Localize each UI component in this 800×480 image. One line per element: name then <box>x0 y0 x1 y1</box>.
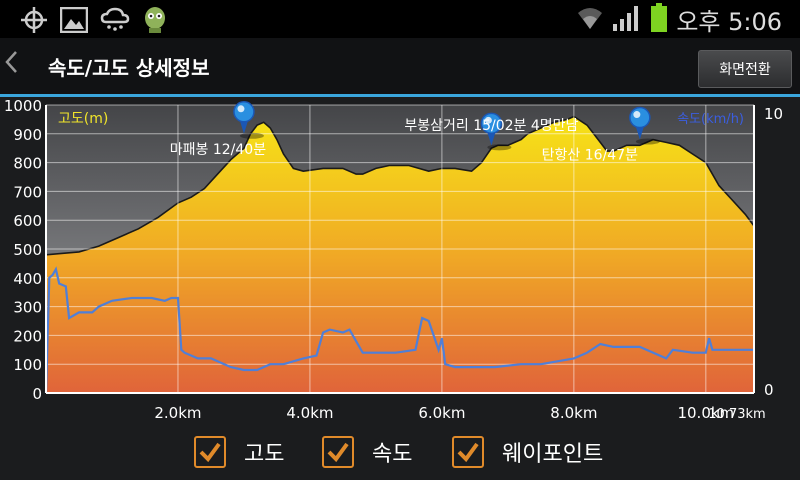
checkbox-speed[interactable] <box>322 436 354 468</box>
y-tick-label: 1000 <box>4 97 42 115</box>
x-tick-label: 4.0km <box>286 404 333 422</box>
y-tick-label: 300 <box>13 299 42 317</box>
right-axis-label: 속도(km/h) <box>677 112 744 127</box>
y-tick-label: 400 <box>13 270 42 288</box>
image-icon <box>59 6 89 37</box>
elevation-speed-chart: 0 100 200 300 400 500 600 700 800 900 1000 0 10 2.0km… <box>0 97 800 432</box>
y-tick-label: 100 <box>13 356 42 374</box>
app-icon <box>142 5 168 39</box>
y-tick-label: 700 <box>13 183 42 201</box>
y2-tick-label: 0 <box>764 381 774 399</box>
checkbox-waypoint[interactable] <box>452 436 484 468</box>
chart-svg: 0 100 200 300 400 500 600 700 800 900 1000 0 10 2.0km… <box>4 97 783 422</box>
x-tick-label: 6.0km <box>418 404 465 422</box>
chevron-left-icon[interactable] <box>4 50 18 80</box>
checkmark-icon <box>457 442 479 463</box>
y-tick-label: 0 <box>32 385 42 403</box>
y-tick-label: 500 <box>13 241 42 259</box>
signal-icon <box>612 4 642 36</box>
legend-item-speed[interactable]: 속도 <box>322 436 412 468</box>
checkmark-icon <box>327 442 349 463</box>
legend-item-elevation[interactable]: 고도 <box>194 436 284 468</box>
battery-icon <box>650 2 668 37</box>
gps-icon <box>20 6 48 38</box>
waypoint-marker <box>633 111 641 119</box>
legend-item-waypoint[interactable]: 웨이포인트 <box>452 436 603 468</box>
legend-label: 고도 <box>244 442 285 467</box>
waypoint-shadow <box>635 138 660 145</box>
legend-label: 웨이포인트 <box>502 442 604 467</box>
x-tick-label: 8.0km <box>550 404 597 422</box>
waypoint-label: 마패봉 12/40분 <box>170 142 266 158</box>
wifi-icon <box>576 5 604 35</box>
waypoint-shadow <box>487 144 512 151</box>
legend-label: 속도 <box>372 442 413 467</box>
y-tick-label: 600 <box>13 212 42 230</box>
page-title: 속도/고도 상세정보 <box>48 56 210 80</box>
y-tick-label: 900 <box>13 126 42 144</box>
x-tick-label: 2.0km <box>154 404 201 422</box>
left-axis-label: 고도(m) <box>58 111 108 127</box>
title-bar: 속도/고도 상세정보 화면전환 <box>0 38 800 94</box>
weather-icon <box>100 6 130 38</box>
y-tick-label: 800 <box>13 155 42 173</box>
checkmark-icon <box>199 442 221 463</box>
waypoint-label: 탄항산 16/47분 <box>542 148 638 164</box>
waypoint-label: 부봉삼거리 15/02분 4명만남 <box>404 118 578 134</box>
y2-tick-label: 10 <box>764 105 783 123</box>
screen-toggle-button[interactable]: 화면전환 <box>698 50 792 88</box>
checkbox-elevation[interactable] <box>194 436 226 468</box>
clock: 오후 5:06 <box>676 8 782 36</box>
x-end-label: 10.73km <box>708 407 765 422</box>
waypoint-marker <box>629 106 651 129</box>
y-tick-label: 200 <box>13 327 42 345</box>
status-bar: 오후 5:06 <box>0 0 800 38</box>
waypoint-marker <box>237 105 245 113</box>
waypoint-marker <box>233 101 255 123</box>
waypoint-shadow <box>239 132 264 139</box>
legend: 고도 속도 웨이포인트 <box>0 432 800 480</box>
